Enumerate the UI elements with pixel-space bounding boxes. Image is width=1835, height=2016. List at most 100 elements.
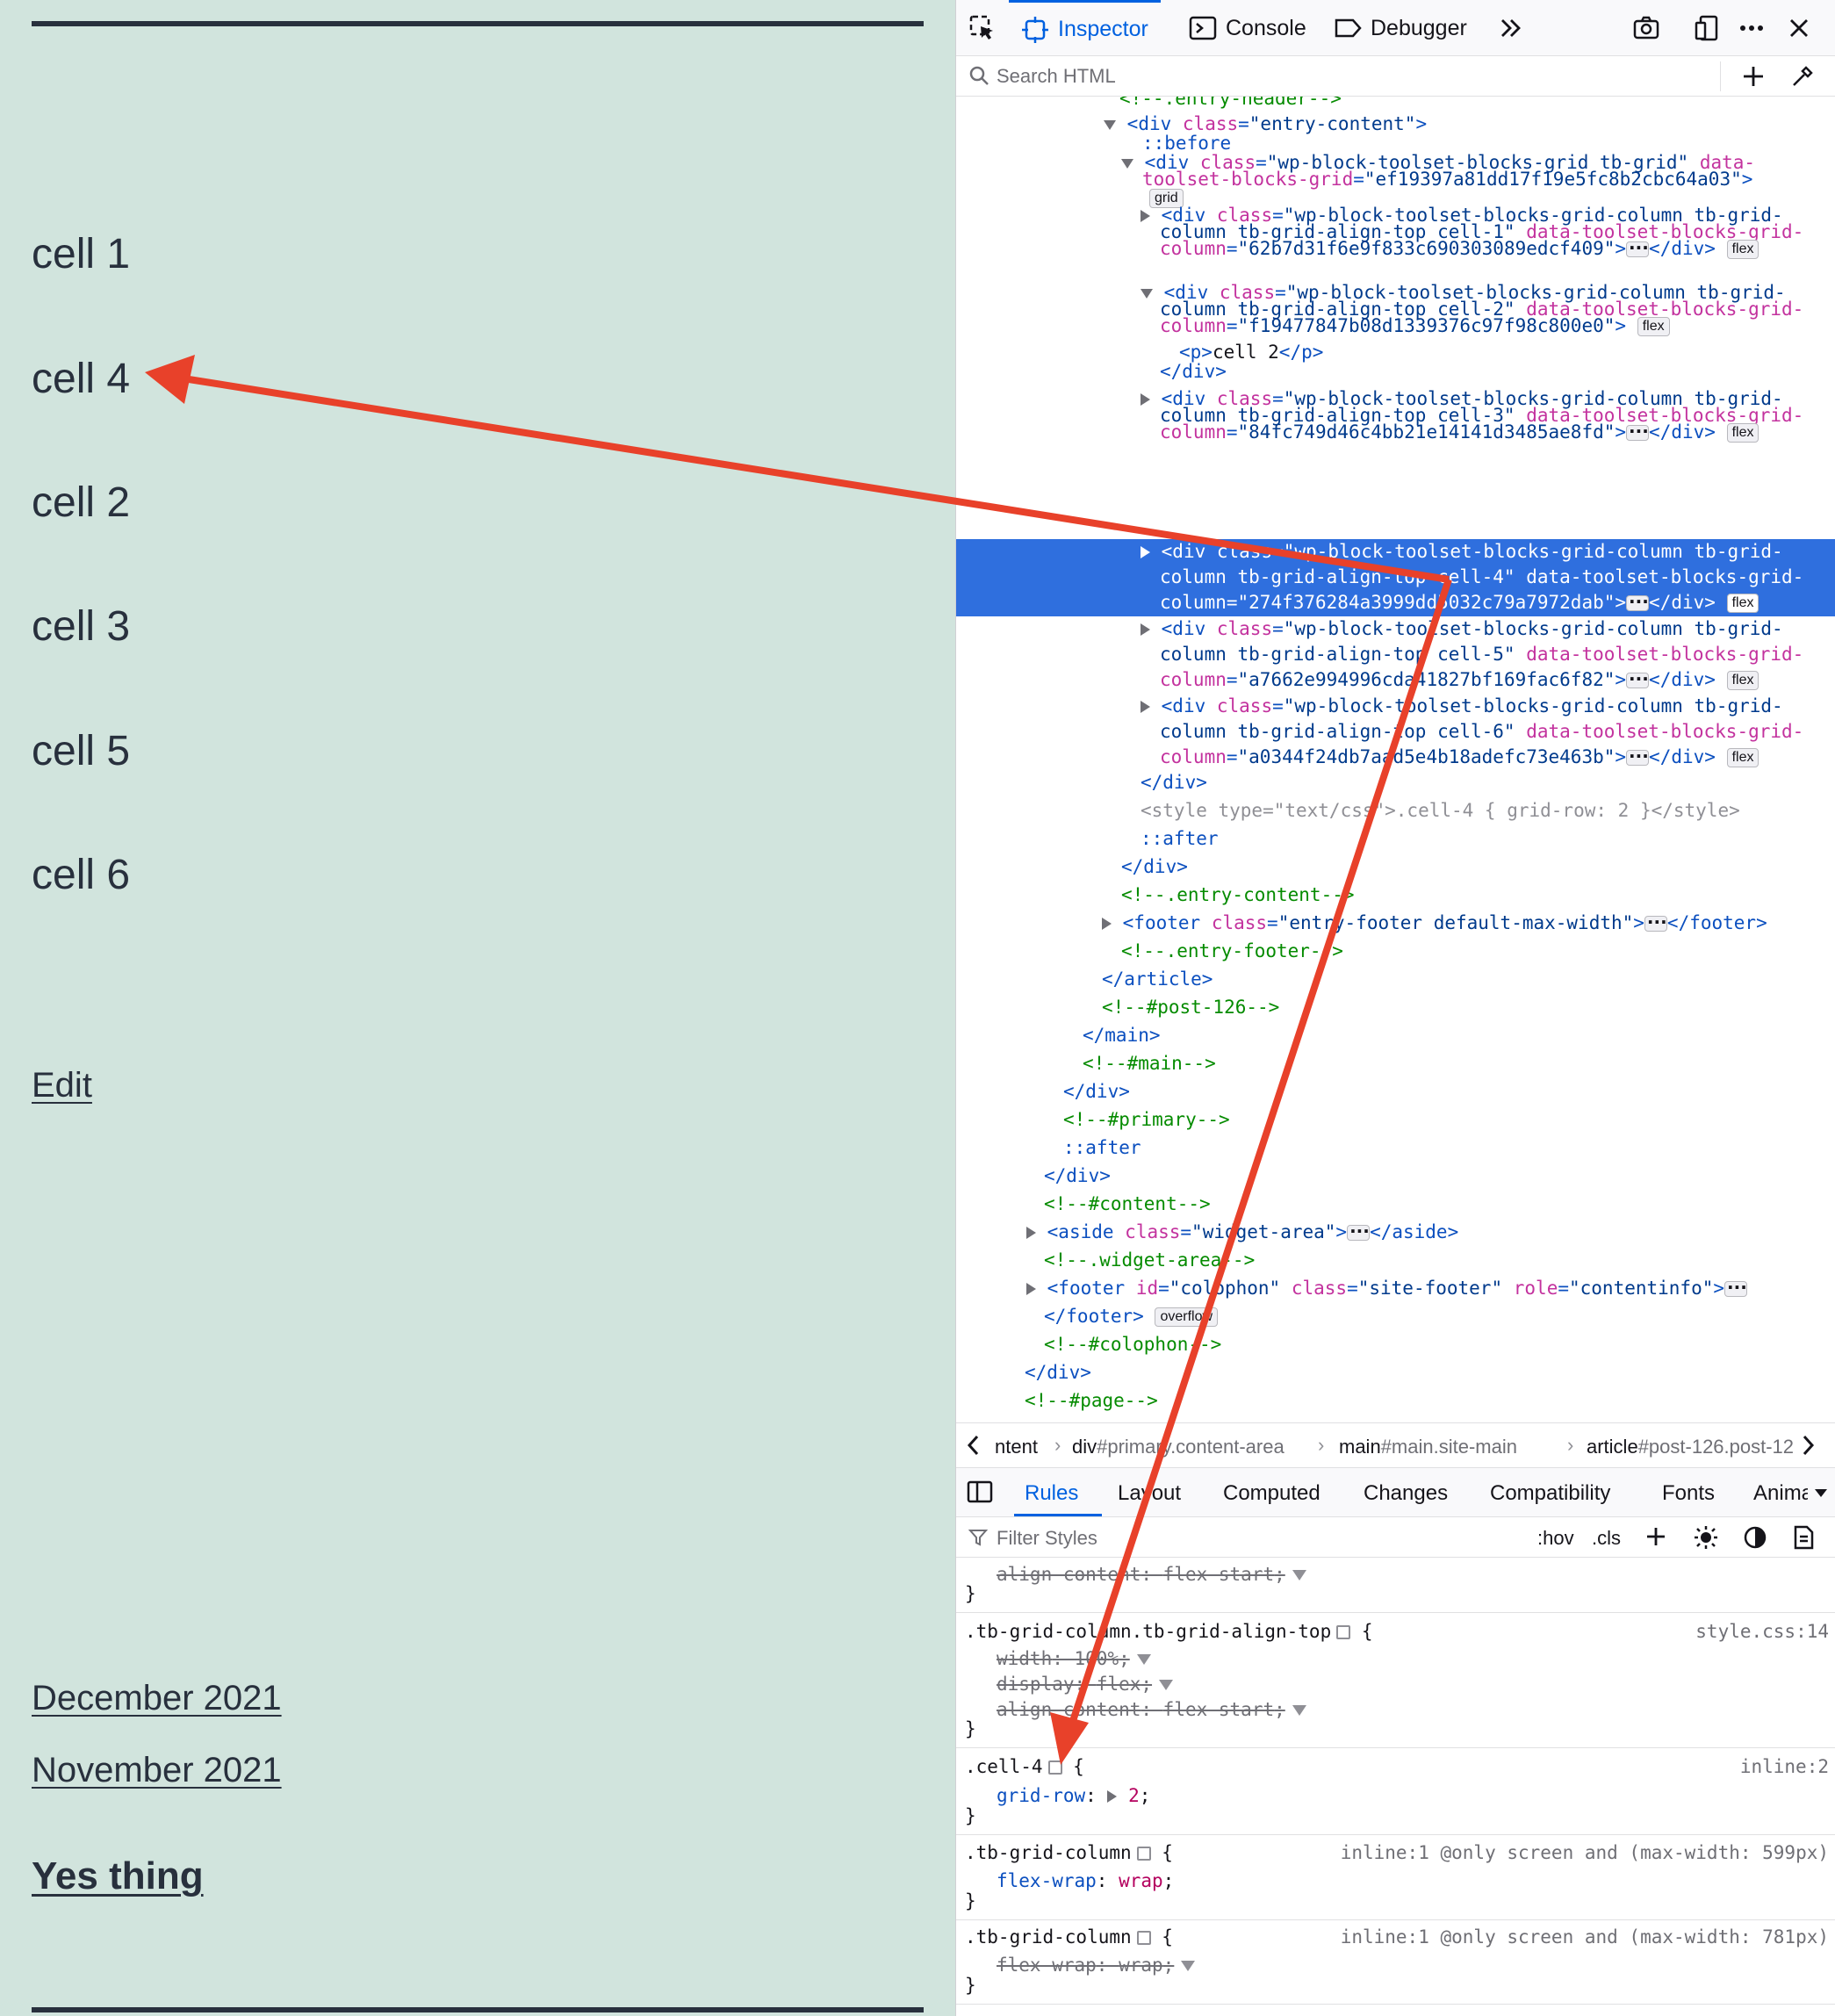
breadcrumb: ntent › div#primary.content-area › main#… — [956, 1422, 1835, 1468]
tree-line: </main> — [1083, 1025, 1161, 1046]
tab-debugger[interactable]: Debugger — [1334, 0, 1467, 56]
breadcrumb-item[interactable]: article#post-126.post-12 — [1587, 1436, 1794, 1458]
expand-twisty-icon — [1107, 1790, 1118, 1803]
print-media-icon[interactable] — [1792, 1525, 1815, 1555]
more-options-icon[interactable] — [1738, 0, 1774, 56]
breadcrumb-item[interactable]: ntent — [995, 1436, 1038, 1458]
tree-line: <!--#content--> — [1044, 1193, 1211, 1214]
widget-heading[interactable]: Yes thing — [32, 1854, 204, 1898]
tree-line: column="84fc749d46c4bb21e14141d3485ae8fd… — [1160, 419, 1835, 445]
tree-line: </footer> overflow — [1044, 1304, 1835, 1329]
rule-source-link[interactable]: inline:1 @only screen and (max-width: 78… — [1341, 1925, 1829, 1950]
tree-line: <!--.entry-footer--> — [1121, 940, 1343, 961]
tabs-overflow-chevron-down-icon[interactable] — [1815, 1489, 1827, 1497]
search-icon — [968, 65, 989, 90]
sidebar-tabs: Rules Layout Computed Changes Compatibil… — [956, 1468, 1835, 1517]
tree-node-style[interactable]: <style type="text/css">.cell-4 { grid-ro… — [1141, 798, 1835, 824]
tree-line: </div> — [1063, 1081, 1130, 1102]
tree-line: ::after — [1063, 1137, 1141, 1158]
ellipsis-icon — [1626, 235, 1650, 261]
add-node-icon[interactable] — [1741, 64, 1766, 93]
rule-source-link[interactable]: style.css:14 — [1695, 1619, 1829, 1645]
tab-rules[interactable]: Rules — [1025, 1481, 1078, 1506]
tree-line: </article> — [1102, 968, 1213, 990]
filter-icon — [1181, 1961, 1196, 1971]
breadcrumb-item[interactable]: div#primary.content-area — [1072, 1436, 1284, 1458]
tree-node-widget-area[interactable]: <aside class="widget-area"></aside> — [956, 1219, 1835, 1245]
archive-link-november-2021[interactable]: November 2021 — [32, 1751, 282, 1790]
markup-tree: <!--.entry-header--> <div class="entry-c… — [956, 97, 1835, 1422]
search-html-input[interactable]: Search HTML — [997, 65, 1116, 88]
tab-animations[interactable]: Anima — [1753, 1481, 1808, 1506]
grid-cell-6: cell 6 — [32, 852, 131, 898]
breadcrumb-scroll-left-icon[interactable] — [965, 1434, 982, 1462]
tab-compatibility[interactable]: Compatibility — [1490, 1481, 1610, 1506]
tree-line: </div> — [1025, 1362, 1091, 1383]
grid-cell-5: cell 5 — [32, 728, 131, 774]
divider — [1720, 61, 1721, 91]
grid-highlighter-icon — [1047, 1760, 1062, 1775]
tree-line: column tb-grid-align-top cell-6" data-to… — [1160, 721, 1804, 742]
tree-line: <div class="wp-block-toolset-blocks-grid… — [956, 539, 1835, 565]
close-icon[interactable] — [1785, 0, 1822, 56]
filter-icon — [1136, 1654, 1151, 1665]
add-rule-icon[interactable] — [1644, 1525, 1667, 1553]
toggle-sidebar-icon[interactable] — [967, 1480, 993, 1509]
element-picker-icon[interactable] — [968, 0, 1005, 56]
tree-line: column="f19477847b08d1339376c97f98c800e0… — [1160, 313, 1835, 339]
tree-line: <!--#primary--> — [1063, 1109, 1230, 1130]
grid-cell-3: cell 3 — [32, 603, 131, 650]
filter-styles-input[interactable]: Filter Styles — [997, 1527, 1097, 1550]
tree-node-cell-5[interactable]: <div class="wp-block-toolset-blocks-grid… — [956, 616, 1835, 642]
tree-line: column tb-grid-align-top cell-4" data-to… — [1160, 566, 1804, 587]
tree-line: <!--.entry-header--> — [1119, 97, 1342, 109]
breadcrumb-item[interactable]: main#main.site-main — [1339, 1436, 1517, 1458]
grid-highlighter-icon — [1136, 1931, 1151, 1945]
tree-node-colophon[interactable]: <footer id="colophon" class="site-footer… — [956, 1275, 1835, 1301]
archive-link-december-2021[interactable]: December 2021 — [32, 1679, 282, 1718]
filter-icon — [1292, 1570, 1306, 1580]
more-tabs-chevron-icon[interactable] — [1497, 0, 1534, 56]
light-scheme-icon[interactable] — [1694, 1525, 1718, 1555]
edit-link[interactable]: Edit — [32, 1066, 92, 1105]
tree-line: <!--.widget-area--> — [1044, 1249, 1256, 1271]
tree-node-cell-6[interactable]: <div class="wp-block-toolset-blocks-grid… — [956, 694, 1835, 719]
filter-icon — [1159, 1680, 1174, 1690]
rules-view: align-content: flex-start; } .tb-grid-co… — [956, 1558, 1835, 2016]
filter-icon — [968, 1528, 989, 1552]
tab-changes[interactable]: Changes — [1364, 1481, 1448, 1506]
rule-declaration[interactable]: width: 100%; — [997, 1646, 1835, 1672]
rule-declaration[interactable]: display: flex; — [997, 1672, 1835, 1697]
rule-source-link[interactable]: inline:2 — [1740, 1754, 1829, 1780]
tree-line: column="62b7d31f6e9f833c690303089edcf409… — [1160, 235, 1835, 262]
bottom-separator — [32, 2007, 924, 2012]
cls-toggle[interactable]: .cls — [1592, 1527, 1621, 1550]
responsive-design-icon[interactable] — [1694, 0, 1731, 56]
eyedropper-icon[interactable] — [1790, 64, 1815, 93]
tree-line: column="274f376284a3999dd5032c79a7972dab… — [1160, 589, 1835, 616]
rule-source-link[interactable]: inline:1 @only screen and (max-width: 59… — [1341, 1840, 1829, 1866]
rule-selector-cell-4[interactable]: .cell-4 { — [965, 1754, 1835, 1780]
hov-toggle[interactable]: :hov — [1537, 1527, 1574, 1550]
dark-scheme-icon[interactable] — [1743, 1525, 1767, 1555]
tree-line: ::after — [1141, 828, 1219, 849]
tree-line: column="a0344f24db7aad5e4b18adefc73e463b… — [1160, 744, 1835, 770]
tab-console[interactable]: Console — [1189, 0, 1306, 56]
console-icon — [1189, 14, 1217, 42]
search-html-bar: Search HTML — [956, 56, 1835, 97]
devtools-panel: Inspector Console Debugger Search HTML <… — [955, 0, 1835, 2016]
tree-node-entry-footer[interactable]: <footer class="entry-footer default-max-… — [956, 910, 1835, 936]
tree-line: column="a7662e994996cda41827bf169fac6f82… — [1160, 666, 1835, 693]
tab-layout[interactable]: Layout — [1118, 1481, 1181, 1506]
inspector-icon — [1021, 16, 1049, 44]
tab-computed[interactable]: Computed — [1223, 1481, 1320, 1506]
debugger-icon — [1334, 14, 1362, 42]
tree-line: <!--#page--> — [1025, 1390, 1158, 1411]
breadcrumb-scroll-right-icon[interactable] — [1799, 1434, 1817, 1462]
grid-cell-4: cell 4 — [32, 356, 131, 402]
tree-line: <!--#colophon--> — [1044, 1334, 1222, 1355]
tab-fonts[interactable]: Fonts — [1662, 1481, 1715, 1506]
tab-inspector[interactable]: Inspector — [1009, 0, 1161, 56]
page-preview: cell 1 cell 4 cell 2 cell 3 cell 5 cell … — [0, 0, 955, 2016]
screenshot-icon[interactable] — [1632, 0, 1669, 56]
